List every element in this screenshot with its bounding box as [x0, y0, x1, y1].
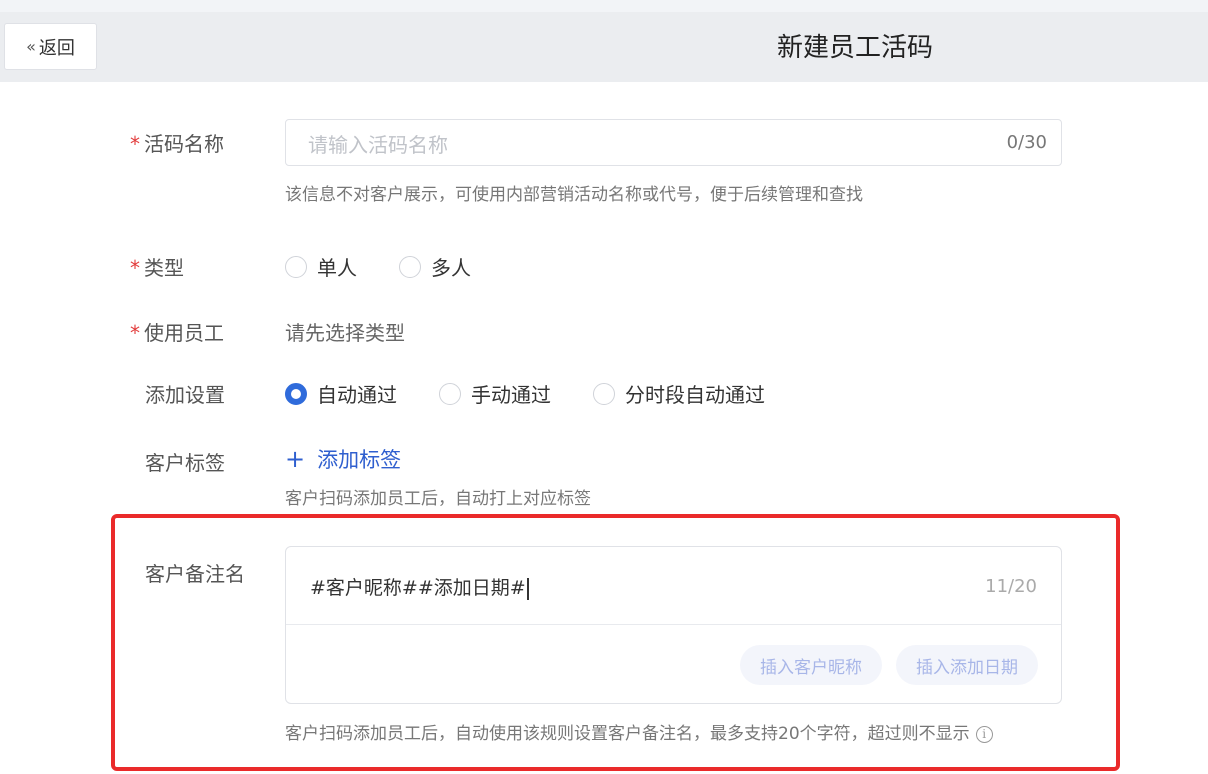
add-setting-option-label: 分时段自动通过 [625, 383, 765, 407]
back-button-label: 返回 [38, 37, 75, 59]
add-setting-option-label: 自动通过 [317, 383, 397, 407]
remark-editor[interactable]: #客户昵称##添加日期# 11/20 插入客户昵称 插入添加日期 [285, 546, 1062, 704]
radio-circle [439, 382, 461, 405]
remark-hint: 客户扫码添加员工后，自动使用该规则设置客户备注名，最多支持20个字符，超过则不显… [285, 719, 993, 744]
type-option-label: 单人 [317, 256, 357, 280]
top-strip [0, 0, 1208, 12]
type-label: * 类型 [130, 256, 184, 280]
page-header: « 返回 新建员工活码 [0, 12, 1208, 82]
add-tag-button[interactable]: + 添加标签 [285, 444, 401, 474]
code-name-counter: 0/30 [1006, 132, 1047, 153]
add-setting-radio-group: 自动通过 手动通过 分时段自动通过 [285, 379, 807, 408]
radio-circle [399, 255, 421, 278]
type-radio-group: 单人 多人 [285, 252, 513, 281]
code-name-label: * 活码名称 [130, 132, 224, 156]
code-name-placeholder: 请输入活码名称 [308, 133, 448, 157]
type-option-multi[interactable]: 多人 [399, 252, 471, 281]
divider [286, 624, 1061, 625]
insert-date-button[interactable]: 插入添加日期 [896, 645, 1038, 685]
customer-tag-label: 客户标签 [145, 451, 225, 475]
radio-circle [593, 382, 615, 405]
required-mark: * [130, 256, 140, 280]
remark-label: 客户备注名 [145, 562, 245, 586]
type-option-single[interactable]: 单人 [285, 252, 357, 281]
text-caret [526, 577, 529, 600]
code-name-hint: 该信息不对客户展示，可使用内部营销活动名称或代号，便于后续管理和查找 [285, 185, 863, 205]
add-setting-label: 添加设置 [145, 383, 225, 407]
required-mark: * [130, 321, 140, 345]
add-setting-option-auto[interactable]: 自动通过 [285, 379, 397, 408]
radio-checked-circle [285, 382, 307, 405]
radio-circle [285, 255, 307, 278]
staff-value: 请先选择类型 [285, 321, 405, 345]
add-setting-option-scheduled[interactable]: 分时段自动通过 [593, 379, 765, 408]
customer-tag-hint: 客户扫码添加员工后，自动打上对应标签 [285, 489, 591, 509]
add-setting-option-manual[interactable]: 手动通过 [439, 379, 551, 408]
insert-nickname-button[interactable]: 插入客户昵称 [740, 645, 882, 685]
plus-icon: + [285, 445, 306, 473]
info-icon[interactable]: i [975, 725, 993, 743]
type-option-label: 多人 [431, 256, 471, 280]
double-chevron-left-icon: « [26, 37, 36, 56]
staff-label: * 使用员工 [130, 321, 224, 345]
code-name-input[interactable]: 请输入活码名称 0/30 [285, 119, 1062, 166]
remark-counter: 11/20 [985, 576, 1037, 597]
required-mark: * [130, 132, 140, 156]
page-title: 新建员工活码 [776, 33, 933, 63]
back-button[interactable]: « 返回 [4, 23, 97, 70]
remark-value[interactable]: #客户昵称##添加日期# [310, 573, 529, 600]
add-tag-label: 添加标签 [317, 448, 402, 472]
add-setting-option-label: 手动通过 [471, 383, 551, 407]
